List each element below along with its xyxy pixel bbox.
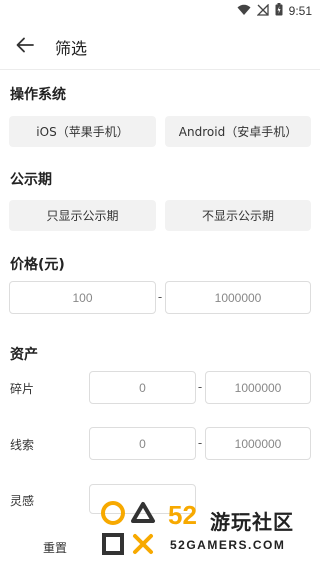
status-bar: 9:51 (0, 0, 320, 24)
price-range-separator: - (157, 290, 163, 304)
price-min-input[interactable]: 100 (9, 281, 156, 314)
watermark-logo: 52 游玩社区 52GAMERS.COM (98, 488, 320, 570)
arrow-left-icon (16, 37, 34, 57)
clues-max-input[interactable]: 1000000 (205, 427, 311, 460)
status-icons: 9:51 (237, 2, 312, 19)
period-option-hide[interactable]: 不显示公示期 (165, 200, 311, 231)
period-section-title: 公示期 (10, 172, 52, 188)
fragments-min-input[interactable]: 0 (89, 371, 196, 404)
clues-min-input[interactable]: 0 (89, 427, 196, 460)
asset-label-clues: 线索 (10, 438, 35, 452)
page-title: 筛选 (55, 39, 88, 58)
battery-charging-icon (275, 3, 283, 19)
price-section-title: 价格(元) (10, 257, 65, 273)
back-button[interactable] (12, 34, 38, 60)
watermark-url: 52GAMERS.COM (170, 538, 286, 552)
app-bar: 筛选 (0, 24, 320, 70)
price-max-input[interactable]: 1000000 (165, 281, 311, 314)
asset-label-inspiration: 灵感 (10, 494, 35, 508)
os-section-title: 操作系统 (10, 87, 66, 103)
os-option-android[interactable]: Android（安卓手机） (165, 116, 311, 147)
game-buttons-logo-icon (101, 501, 155, 555)
status-time: 9:51 (288, 4, 312, 18)
wifi-icon (237, 4, 251, 19)
assets-section-title: 资产 (10, 347, 38, 363)
asset-label-fragments: 碎片 (10, 382, 35, 396)
os-option-ios[interactable]: iOS（苹果手机） (9, 116, 156, 147)
no-signal-icon (256, 2, 269, 19)
period-option-show-only[interactable]: 只显示公示期 (9, 200, 156, 231)
fragments-max-input[interactable]: 1000000 (205, 371, 311, 404)
fragments-range-separator: - (197, 380, 203, 394)
reset-button[interactable]: 重置 (0, 525, 110, 570)
clues-range-separator: - (197, 436, 203, 450)
watermark-name: 游玩社区 (210, 510, 294, 534)
watermark-number: 52 (168, 500, 197, 530)
